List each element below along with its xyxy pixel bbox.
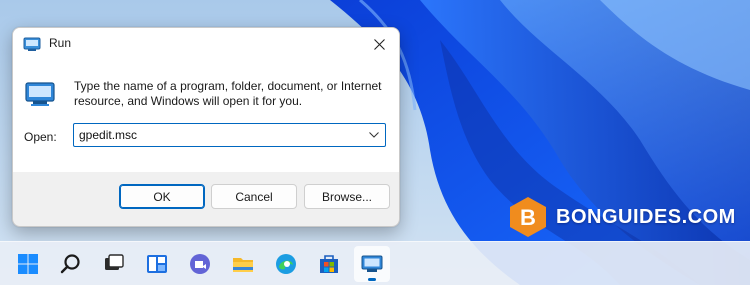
- dialog-body: Type the name of a program, folder, docu…: [13, 60, 399, 172]
- edge-icon: [276, 254, 296, 274]
- task-view-button[interactable]: [96, 246, 132, 282]
- store-button[interactable]: [311, 246, 347, 282]
- run-taskbar-button[interactable]: [354, 246, 390, 282]
- search-icon: [60, 254, 80, 274]
- open-combobox[interactable]: [73, 123, 386, 147]
- chat-button[interactable]: [182, 246, 218, 282]
- widgets-button[interactable]: [139, 246, 175, 282]
- run-program-icon: [25, 82, 55, 106]
- run-icon: [23, 37, 41, 51]
- chevron-down-icon: [369, 132, 379, 138]
- task-view-icon: [105, 254, 124, 270]
- file-explorer-button[interactable]: [225, 246, 261, 282]
- active-indicator: [368, 278, 376, 281]
- run-description: Type the name of a program, folder, docu…: [74, 79, 382, 108]
- teams-chat-icon: [190, 254, 210, 274]
- window-title: Run: [49, 36, 72, 50]
- site-watermark: B BONGUIDES.COM: [506, 195, 736, 239]
- store-icon: [320, 255, 338, 273]
- cancel-button[interactable]: Cancel: [211, 184, 297, 209]
- edge-button[interactable]: [268, 246, 304, 282]
- widgets-icon: [147, 255, 167, 273]
- logo-letter: B: [520, 205, 536, 230]
- start-icon: [18, 254, 38, 274]
- start-button[interactable]: [10, 246, 46, 282]
- open-label: Open:: [24, 130, 57, 144]
- search-button[interactable]: [53, 246, 89, 282]
- browse-button[interactable]: Browse...: [304, 184, 390, 209]
- close-icon: [373, 38, 385, 50]
- open-input[interactable]: [74, 124, 363, 146]
- bonguides-logo-icon: B: [510, 197, 546, 237]
- taskbar: [0, 241, 750, 285]
- ok-button[interactable]: OK: [119, 184, 205, 209]
- file-explorer-icon: [233, 258, 253, 272]
- titlebar[interactable]: Run: [13, 28, 399, 60]
- open-dropdown-button[interactable]: [363, 124, 385, 146]
- run-dialog: Run Type the name of a program, folder, …: [12, 27, 400, 227]
- run-icon: [361, 255, 383, 272]
- watermark-text: BONGUIDES.COM: [556, 205, 736, 228]
- close-button[interactable]: [359, 28, 399, 60]
